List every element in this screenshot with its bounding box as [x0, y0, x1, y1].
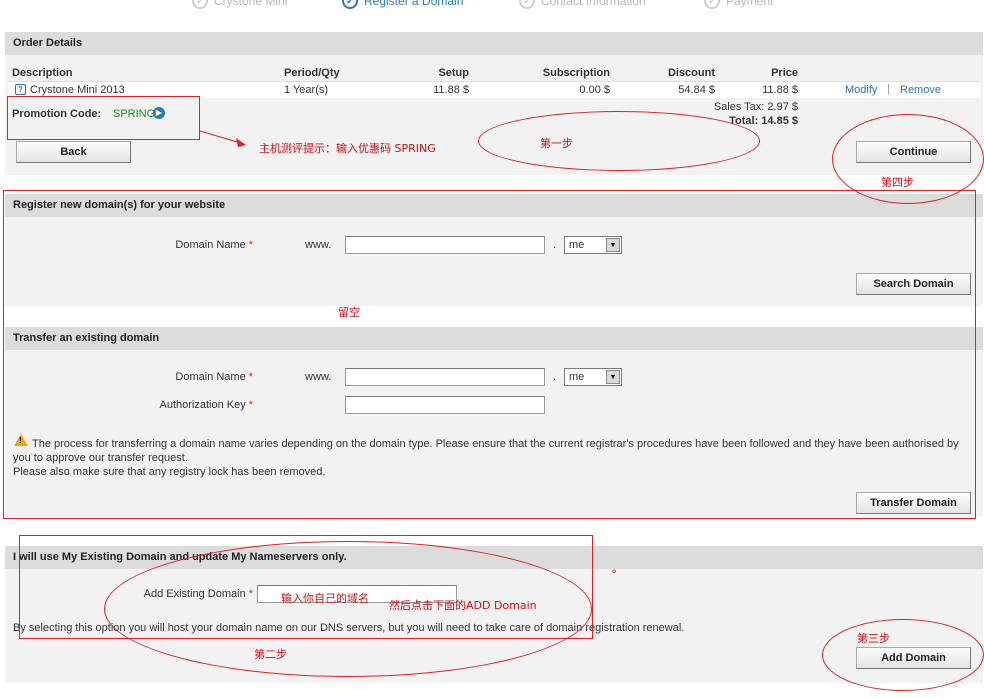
step-payment: ✔ Payment: [704, 0, 774, 9]
item-description: Crystone Mini 2013: [30, 84, 125, 96]
promo-highlight-box: [7, 96, 200, 140]
col-subscription: Subscription: [542, 67, 610, 79]
modify-link[interactable]: Modify: [845, 84, 877, 96]
step4-note: 第四步: [881, 176, 914, 189]
remove-link[interactable]: Remove: [900, 84, 941, 96]
step-label: Payment: [726, 0, 774, 8]
step-contact-information: ✔ Contact Information: [519, 0, 646, 9]
check-icon: ✔: [192, 0, 208, 9]
item-setup: 11.88 $: [433, 84, 469, 96]
then-click-note: 然后点击下面的ADD Domain: [389, 599, 537, 612]
col-discount: Discount: [667, 67, 715, 79]
dot-mark: 。: [612, 562, 623, 575]
item-subscription: 0.00 $: [579, 84, 610, 96]
step3-ellipse: [822, 619, 984, 691]
step-register-domain: ✔ Register a Domain: [342, 0, 464, 9]
link-separator: |: [887, 83, 890, 95]
item-discount: 54.84 $: [678, 84, 715, 96]
col-price: Price: [771, 67, 798, 79]
item-price: 11.88 $: [762, 84, 798, 96]
step-label: Contact Information: [541, 0, 646, 8]
help-icon[interactable]: ?: [15, 84, 26, 95]
promo-hint-note: 主机测评提示：输入优惠码 SPRING: [259, 142, 436, 155]
col-setup: Setup: [438, 67, 469, 79]
step-crystone-mini: ✔ Crystone Mini: [192, 0, 288, 9]
item-period: 1 Year(s): [284, 84, 329, 96]
step2-note: 第二步: [254, 648, 287, 661]
check-icon: ✔: [342, 0, 358, 9]
col-period: Period/Qty: [284, 67, 340, 79]
check-icon: ✔: [519, 0, 535, 9]
step-label: Crystone Mini: [214, 0, 288, 8]
back-button[interactable]: Back: [16, 141, 131, 163]
step1-ellipse: [478, 111, 760, 171]
annotation-arrow: [199, 130, 246, 147]
step1-note: 第一步: [540, 137, 573, 150]
enter-domain-note: 输入你自己的域名: [281, 592, 369, 605]
domain-sections-box: [3, 190, 976, 519]
step3-note: 第三步: [857, 632, 890, 645]
col-description: Description: [12, 67, 73, 79]
order-details-title: Order Details: [5, 32, 983, 55]
sales-tax: Sales Tax: 2.97 $: [713, 101, 798, 113]
leave-blank-note: 留空: [338, 306, 360, 319]
check-icon: ✔: [704, 0, 720, 9]
step-label: Register a Domain: [364, 0, 464, 8]
